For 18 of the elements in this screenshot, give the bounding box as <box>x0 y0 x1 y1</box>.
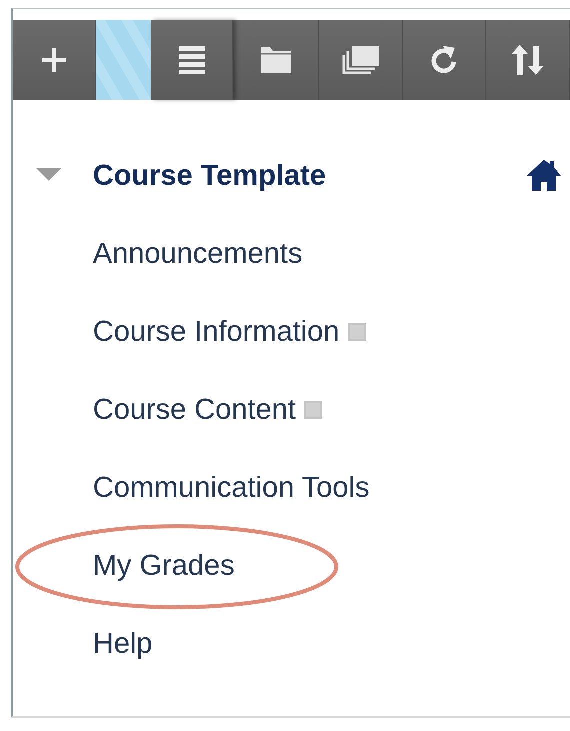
menu-link[interactable]: Course Information <box>93 316 340 348</box>
sort-icon <box>510 44 544 76</box>
hidden-icon <box>348 323 366 341</box>
menu-link[interactable]: Communication Tools <box>93 472 370 504</box>
menu-link[interactable]: Course Content <box>93 394 296 426</box>
add-icon <box>40 46 68 74</box>
drag-handle[interactable] <box>96 20 151 100</box>
list-icon <box>178 45 206 75</box>
windows-icon <box>342 45 380 75</box>
collapse-triangle-icon[interactable] <box>36 168 62 181</box>
hidden-icon <box>304 401 322 419</box>
folder-icon <box>260 46 292 74</box>
menu-link[interactable]: My Grades <box>93 550 235 582</box>
refresh-icon <box>429 44 459 76</box>
home-icon[interactable] <box>526 159 562 192</box>
menu-link[interactable]: Help <box>93 628 153 660</box>
course-title[interactable]: Course Template <box>13 160 326 192</box>
menu-link[interactable]: Announcements <box>93 238 303 270</box>
